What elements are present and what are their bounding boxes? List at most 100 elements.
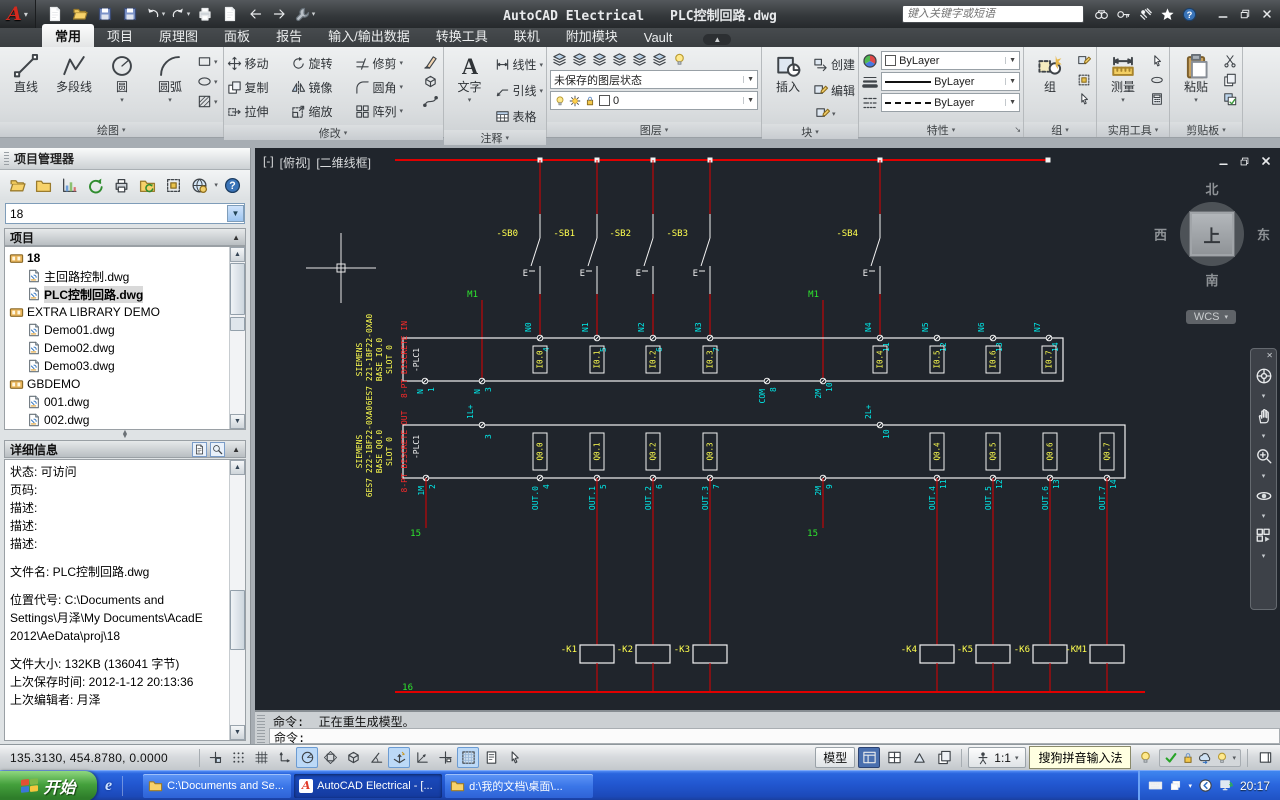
scroll-down-icon[interactable]: ▼ [230,725,245,740]
annotate-leader-button[interactable]: 引线 ▾ [495,79,543,102]
modify-fillet-button[interactable]: 圆角 ▾ [355,79,419,96]
collapse-icon[interactable]: ▲ [232,233,240,242]
tree-item[interactable]: GBDEMO [7,375,245,393]
panel-title-modify[interactable]: 修改 ▾ [223,125,443,140]
app-close-button[interactable] [1258,5,1276,23]
drag-grip-icon[interactable] [257,715,265,743]
scroll-up-icon[interactable]: ▲ [230,247,245,262]
layer-tool-5-button[interactable] [652,52,667,67]
group-tool-0-button[interactable] [1075,53,1093,69]
plot-button[interactable] [194,3,216,25]
ime-language-bar[interactable]: 搜狗拼音输入法 [1029,746,1132,769]
measure-button[interactable]: 测量 ▾ [1100,49,1146,107]
tree-item[interactable]: PLC控制回路.dwg [7,285,245,303]
drawing-restore-button[interactable] [1239,156,1250,167]
taskbar-window-button[interactable]: A AutoCAD Electrical - [... [294,773,443,798]
toggle-显示透明度[interactable] [457,747,479,768]
panel-title-props[interactable]: 特性 ▾ ↘ [859,122,1024,137]
modify-box3d-button[interactable] [421,73,440,90]
language-bar-restore-icon[interactable] [1169,779,1182,792]
scroll-up-icon[interactable]: ▲ [230,460,245,475]
tree-item[interactable]: EXTRA LIBRARY DEMO [7,303,245,321]
panel-title-utils[interactable]: 实用工具 ▾ [1097,122,1170,137]
panel-title-clip[interactable]: 剪贴板 ▾ [1170,122,1243,137]
nav-hand-button[interactable] [1255,407,1273,425]
tree-item[interactable]: 18 [7,249,245,267]
viewcube[interactable]: 北 南 西 东 上 [1154,179,1270,288]
annotate-tablex-button[interactable]: 表格 [495,105,544,128]
keyx-button[interactable] [1112,3,1134,25]
update-retag-button[interactable] [136,174,158,197]
layer-tool-6-button[interactable] [672,52,687,67]
collapse-icon[interactable]: ▲ [232,445,240,454]
palette-splitter[interactable]: ▲ ▼ [0,429,250,440]
redo-button[interactable]: ▾ [169,3,191,25]
annotation-visibility-button[interactable] [908,747,930,768]
model-space-button[interactable]: 模型 [815,747,856,768]
toggle-极轴追踪[interactable] [296,747,318,768]
block-createb-button[interactable]: 创建 [813,53,855,76]
draw-hatch-button[interactable]: ▾ [195,93,220,110]
draw-arc-button[interactable]: 圆弧 ▾ [147,49,193,107]
help-button[interactable]: ? [222,174,244,197]
search-input[interactable] [902,5,1084,23]
toggle-栅格显示[interactable] [250,747,272,768]
annotate-text-button[interactable]: A 文字 ▾ [447,49,493,107]
toggle-选择循环[interactable] [503,747,525,768]
modify-trim-button[interactable]: 修剪 ▾ [355,55,419,72]
internet-explorer-icon[interactable]: e [105,777,112,795]
new-file-button[interactable] [44,3,66,25]
tab-原理图[interactable]: 原理图 [146,24,211,47]
quick-view-layouts-button[interactable] [858,747,881,768]
layer-tool-4-button[interactable] [632,52,647,67]
toggle-捕捉模式[interactable] [227,747,249,768]
satellite-button[interactable] [1134,3,1156,25]
layer-tool-3-button[interactable] [612,52,627,67]
modify-scalex-button[interactable]: 缩放 [291,103,355,120]
performance-tuner-icon[interactable] [1134,747,1156,768]
trusted-autodesk-icon[interactable] [1164,751,1178,765]
group-tool-1-button[interactable] [1075,72,1093,88]
toggle-推断约束[interactable] [204,747,226,768]
save-button[interactable] [94,3,116,25]
modify-rotate-button[interactable]: 旋转 [291,55,355,72]
clipboard-cutx-button[interactable] [1221,53,1239,69]
new-project-button[interactable] [32,174,54,197]
modify-move-button[interactable]: 移动 [227,55,291,72]
dialog-launcher-icon[interactable]: ↘ [1014,125,1021,134]
clipboard-copy2-button[interactable] [1221,72,1239,88]
app-restore-button[interactable] [1236,5,1254,23]
tab-联机[interactable]: 联机 [501,24,553,47]
forward-button[interactable] [269,3,291,25]
layer-state-dropdown[interactable]: 未保存的图层状态 ▼ [550,70,759,89]
modify-erase-button[interactable] [421,53,440,70]
preview-view-button[interactable] [210,441,226,457]
linetype-dropdown[interactable]: ByLayer ▼ [881,93,1021,112]
toggle-三维对象捕捉[interactable] [342,747,364,768]
layer-tool-1-button[interactable] [572,52,587,67]
toggle-对象捕捉追踪[interactable] [365,747,387,768]
autoscale-button[interactable] [933,747,955,768]
taskbar-window-button[interactable]: d:\我的文档\桌面\... [445,773,594,798]
tab-附加模块[interactable]: 附加模块 [553,24,631,47]
toggle-快捷特性[interactable] [480,747,502,768]
hide-icons-icon[interactable] [1198,778,1213,793]
details-section-header[interactable]: 详细信息 ▲ [4,440,246,458]
panel-title-annot[interactable]: 注释 ▾ [443,130,547,145]
tree-item[interactable]: 主回路控制.dwg [7,267,245,285]
tab-项目[interactable]: 项目 [94,24,146,47]
viewcube-north[interactable]: 北 [1205,179,1218,198]
nav-orbit-button[interactable] [1255,487,1273,505]
tab-报告[interactable]: 报告 [263,24,315,47]
utility-calc-button[interactable] [1148,91,1166,107]
surf-snapshot-button[interactable] [162,174,184,197]
tab-面板[interactable]: 面板 [211,24,263,47]
panel-title-layers[interactable]: 图层 ▾ [547,122,762,137]
toggle-动态UCS[interactable] [388,747,410,768]
start-button[interactable]: 开始 [0,770,97,800]
annotate-dim-button[interactable]: 线性 ▾ [495,53,543,76]
back-button[interactable] [244,3,266,25]
layer-tool-0-button[interactable] [552,52,567,67]
toggle-显示线宽[interactable] [434,747,456,768]
viewcube-west[interactable]: 西 [1154,225,1167,244]
